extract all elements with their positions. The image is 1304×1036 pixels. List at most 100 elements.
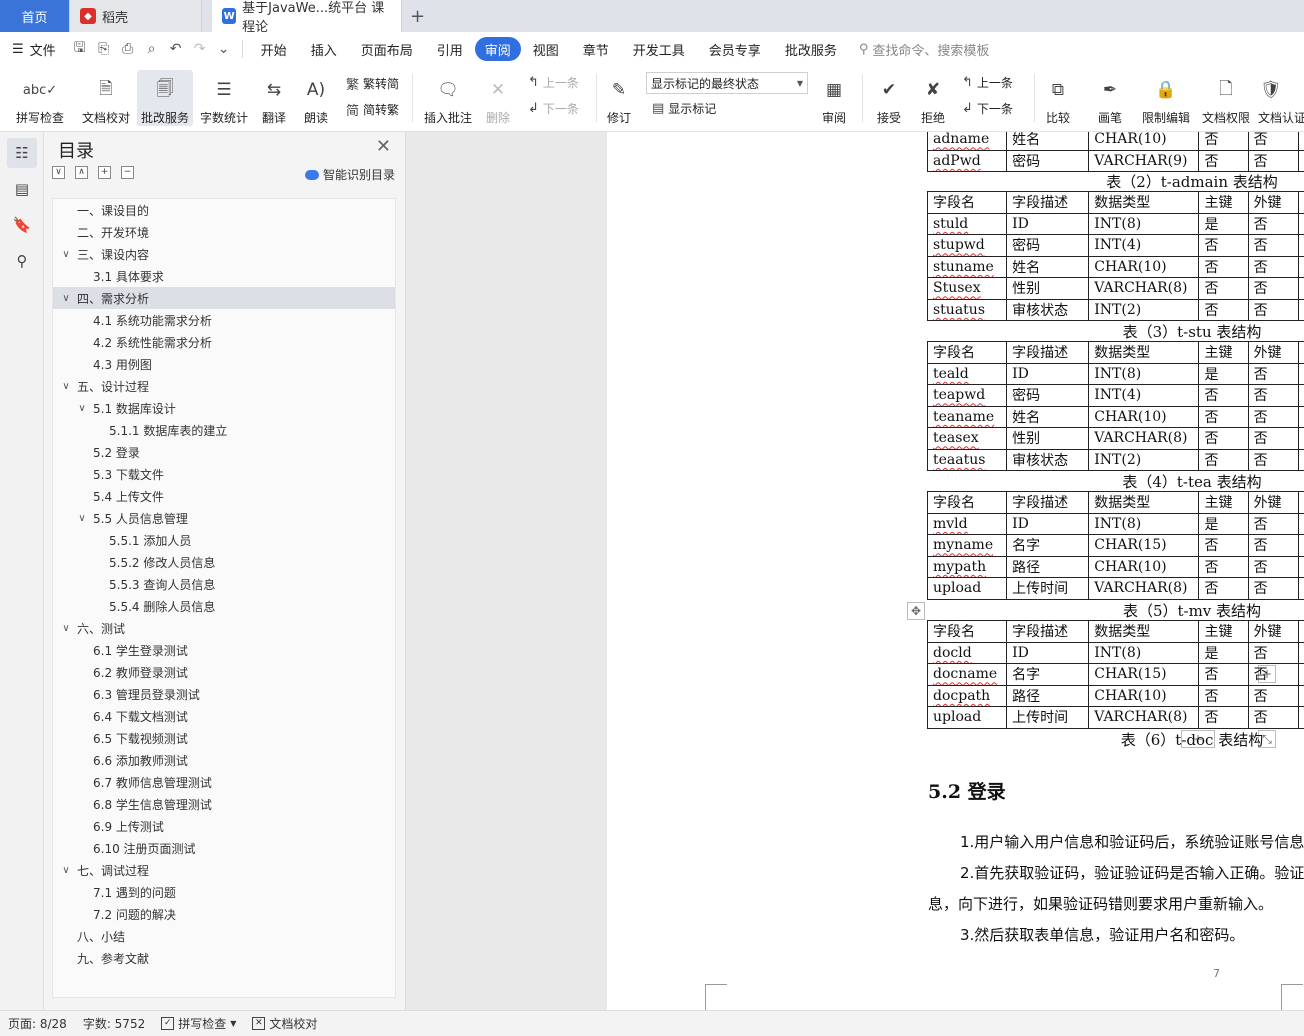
chevron-down-icon[interactable]: ∨ [75, 403, 89, 414]
chevron-down-icon[interactable]: ∨ [59, 293, 73, 304]
table-cell[interactable]: 名字 [1006, 663, 1090, 686]
table-cell[interactable]: 数据类型 [1088, 341, 1200, 364]
toc-item[interactable]: 6.10 注册页面测试 [53, 837, 395, 859]
table-cell[interactable]: 否 [1247, 234, 1299, 257]
table-cell[interactable]: 是 [1297, 212, 1304, 235]
menu-tab-correction[interactable]: 批改服务 [773, 37, 849, 61]
toc-item[interactable]: 6.5 下载视频测试 [53, 727, 395, 749]
toc-item[interactable]: ∨ 5.5 人员信息管理 [53, 507, 395, 529]
table-cell[interactable]: 否 [1198, 448, 1249, 471]
table-cell[interactable]: 否 [1198, 132, 1249, 151]
table-cell[interactable]: 非空 [1297, 491, 1304, 514]
show-markup-button[interactable]: ▤ 显示标记 [652, 100, 716, 117]
toc-item[interactable]: 4.1 系统功能需求分析 [53, 309, 395, 331]
doc-cert-button[interactable]: 🛡 文档认证 [1258, 70, 1304, 126]
table-cell[interactable]: 是 [1297, 405, 1304, 428]
table-cell[interactable]: 是 [1297, 555, 1304, 578]
toc-item[interactable]: 一、课设目的 [53, 199, 395, 221]
table-cell[interactable]: 是 [1297, 512, 1304, 535]
review-service-button[interactable]: 🗐 批改服务 [137, 70, 193, 126]
table-cell[interactable]: ID [1006, 212, 1090, 235]
table-cell[interactable]: 是 [1297, 384, 1304, 407]
trad-to-simp-button[interactable]: 繁繁转简 [346, 74, 399, 93]
tab-document[interactable]: W 基于JavaWe...统平台 课程论 [212, 0, 402, 35]
toc-icon[interactable]: ☷ [7, 138, 37, 168]
doc-proofread-button[interactable]: 🗎 文档校对 [78, 70, 134, 126]
menu-tab-review[interactable]: 审阅 [474, 37, 521, 61]
delete-comment-button[interactable]: ✕ 删除 [480, 70, 516, 126]
tab-docer[interactable]: ◆ 稻壳 [70, 0, 202, 32]
table-cell[interactable]: 数据类型 [1088, 491, 1200, 514]
next-change-button[interactable]: ↲ 下一条 [962, 100, 1013, 117]
table-cell[interactable]: 字段描述 [1006, 491, 1090, 514]
table-cell[interactable]: 密码 [1006, 234, 1090, 257]
table-cell[interactable]: 外键 [1247, 191, 1299, 214]
remove-heading-icon[interactable]: − [121, 166, 134, 179]
table-cell[interactable]: 是 [1297, 706, 1304, 729]
table-cell[interactable]: 数据类型 [1088, 191, 1200, 214]
table-cell[interactable]: teaatus [926, 448, 1008, 471]
prev-change-button[interactable]: ↰ 上一条 [962, 74, 1013, 91]
toc-item[interactable]: 6.1 学生登录测试 [53, 639, 395, 661]
table-cell[interactable]: CHAR(15) [1088, 663, 1200, 686]
table-cell[interactable]: 是 [1198, 212, 1249, 235]
table-cell[interactable]: upload [926, 577, 1008, 600]
chevron-down-icon[interactable]: ∨ [59, 249, 73, 260]
table-cell[interactable]: stuname [926, 255, 1008, 278]
table-cell[interactable]: ID [1006, 641, 1090, 664]
table-cell[interactable]: 否 [1198, 234, 1249, 257]
table-cell[interactable]: 否 [1198, 684, 1249, 707]
table-cell[interactable]: INT(2) [1088, 448, 1200, 471]
table-cell[interactable]: 是 [1198, 512, 1249, 535]
table-cell[interactable]: 否 [1198, 277, 1249, 300]
table-cell[interactable]: VARCHAR(8) [1088, 277, 1200, 300]
spell-check-button[interactable]: abc✓ 拼写检查 [8, 70, 72, 126]
table-cell[interactable]: ID [1006, 512, 1090, 535]
table-cell[interactable]: 数据类型 [1088, 620, 1200, 643]
menu-tab-view[interactable]: 视图 [521, 37, 571, 61]
table-cell[interactable]: 非空 [1297, 341, 1304, 364]
table-cell[interactable]: 字段描述 [1006, 341, 1090, 364]
table-cell[interactable]: 审核状态 [1006, 298, 1090, 321]
next-comment-button[interactable]: ↲ 下一条 [528, 100, 579, 117]
new-tab-button[interactable]: + [402, 0, 429, 32]
table-move-handle-icon[interactable]: ✥ [907, 602, 925, 620]
table-cell[interactable]: 否 [1198, 577, 1249, 600]
table-cell[interactable]: 是 [1297, 362, 1304, 385]
table-cell[interactable]: 性别 [1006, 427, 1090, 450]
toc-item[interactable]: 6.3 管理员登录测试 [53, 683, 395, 705]
close-icon[interactable]: ✕ [376, 136, 391, 157]
toc-item[interactable]: 6.9 上传测试 [53, 815, 395, 837]
table-cell[interactable]: 否 [1247, 149, 1299, 172]
menu-tab-insert[interactable]: 插入 [299, 37, 349, 61]
toc-item[interactable]: 5.3 下载文件 [53, 463, 395, 485]
table-cell[interactable]: 否 [1247, 255, 1299, 278]
toc-item[interactable]: 5.5.1 添加人员 [53, 529, 395, 551]
table-cell[interactable]: adname [926, 132, 1008, 151]
table-cell[interactable]: ID [1006, 362, 1090, 385]
table-cell[interactable]: 是 [1297, 149, 1304, 172]
table-cell[interactable]: 字段描述 [1006, 191, 1090, 214]
table-cell[interactable]: teaname [926, 405, 1008, 428]
toc-item[interactable]: 九、参考文献 [53, 947, 395, 969]
table-cell[interactable]: INT(8) [1088, 512, 1200, 535]
table-cell[interactable]: 是 [1297, 663, 1304, 686]
add-heading-icon[interactable]: + [98, 166, 111, 179]
word-count-indicator[interactable]: 字数: 5752 [75, 1015, 153, 1032]
table-cell[interactable]: CHAR(15) [1088, 534, 1200, 557]
toc-item[interactable]: 5.5.4 删除人员信息 [53, 595, 395, 617]
table-cell[interactable]: 否 [1247, 405, 1299, 428]
table-cell[interactable]: 非空 [1297, 191, 1304, 214]
table-cell[interactable]: stupwd [926, 234, 1008, 257]
restrict-editing-button[interactable]: 🔒 限制编辑 [1140, 70, 1192, 126]
table-cell[interactable]: 否 [1198, 149, 1249, 172]
table-cell[interactable]: 否 [1247, 706, 1299, 729]
chapter-nav-icon[interactable]: ▤ [7, 174, 37, 204]
spell-check-status[interactable]: ✓ 拼写检查 ▼ [153, 1015, 244, 1032]
toc-item[interactable]: ∨ 5.1 数据库设计 [53, 397, 395, 419]
table-cell[interactable]: VARCHAR(8) [1088, 427, 1200, 450]
table-cell[interactable]: 主键 [1198, 620, 1249, 643]
read-aloud-button[interactable]: A) 朗读 [300, 70, 332, 126]
table-cell[interactable]: 是 [1297, 255, 1304, 278]
menu-tab-references[interactable]: 引用 [425, 37, 475, 61]
